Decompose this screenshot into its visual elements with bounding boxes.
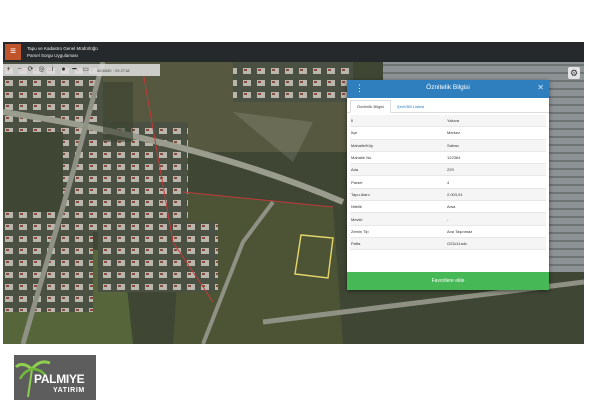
table-row: Mevkii - xyxy=(350,213,546,226)
tab-annotations[interactable]: Şerh/Bill Listesi xyxy=(391,101,430,112)
minus-icon[interactable]: − xyxy=(14,64,25,76)
add-to-favorites-button[interactable]: Favorilere ekle xyxy=(347,272,549,290)
table-row: Zemin Tip Ana Taşınmaz xyxy=(350,226,546,238)
map-application: ≡ Tapu ve Kadastro Genel Müdürlüğü Parse… xyxy=(3,42,584,344)
table-row: İl Yalova xyxy=(350,115,546,128)
row-key: Zemin Tip xyxy=(351,228,369,234)
app-title-line1: Tapu ve Kadastro Genel Müdürlüğü xyxy=(27,46,98,51)
row-key: Ada xyxy=(351,167,359,173)
row-key: Parsel xyxy=(351,179,363,185)
attribute-table: İl Yalova İlçe Merkez Mahalle/Köy Safran Ma… xyxy=(347,113,549,251)
row-value: G22c11a4c xyxy=(447,241,468,247)
row-value: 4 xyxy=(447,179,450,185)
tab-attributes[interactable]: Öznitelik Bilgisi xyxy=(350,100,391,113)
logo-subtitle: YATIRIM xyxy=(53,387,85,394)
table-row: Ada 229 xyxy=(350,164,546,177)
row-value: Merkez xyxy=(447,130,461,136)
locate-icon[interactable]: ◎ xyxy=(36,64,47,76)
table-row: Mahalle/Köy Safran xyxy=(350,139,546,152)
refresh-icon[interactable]: ⟳ xyxy=(25,64,36,76)
table-row: Parsel 4 xyxy=(350,176,546,189)
row-key: Mevkii xyxy=(351,216,363,222)
hamburger-menu-icon[interactable]: ≡ xyxy=(5,44,21,60)
map-toolbar: + − ⟳ ◎ i ● ━ ▭ 40.6530 · 29.2718 xyxy=(3,64,160,76)
row-key: İl xyxy=(351,118,353,124)
popup-title: Öznitelik Bilgisi xyxy=(426,84,470,91)
popup-tabs: Öznitelik Bilgisi Şerh/Bill Listesi xyxy=(347,98,549,113)
row-value: 2.003,91 xyxy=(447,191,463,197)
row-key: Tapu Alanı xyxy=(351,191,370,197)
table-row: Tapu Alanı 2.003,91 xyxy=(350,188,546,202)
table-row: İlçe Merkez xyxy=(350,127,546,140)
ruler-icon[interactable]: ━ xyxy=(69,64,80,76)
app-title-line2: Parsel Sorgu Uygulaması xyxy=(27,53,79,58)
logo-name: PALMIYE xyxy=(34,372,85,386)
table-row: Nitelik Arsa xyxy=(350,201,546,214)
row-value: Ana Taşınmaz xyxy=(447,228,473,234)
row-key: Mahalle/Köy xyxy=(351,142,374,148)
row-key: Pafta xyxy=(351,241,361,247)
row-key: Nitelik xyxy=(351,204,362,210)
row-value: - xyxy=(447,216,449,222)
row-value: 122364 xyxy=(447,155,461,161)
info-icon[interactable]: i xyxy=(47,64,58,76)
gear-icon[interactable]: ⚙ xyxy=(568,67,580,79)
printer-icon[interactable]: ▭ xyxy=(80,64,91,76)
row-key: Mahalle No xyxy=(351,155,372,161)
close-icon[interactable]: ✕ xyxy=(537,83,544,92)
app-header: ≡ Tapu ve Kadastro Genel Müdürlüğü Parse… xyxy=(3,42,584,62)
coordinate-readout: 40.6530 · 29.2718 xyxy=(97,67,130,73)
app-title: Tapu ve Kadastro Genel Müdürlüğü Parsel … xyxy=(27,45,98,59)
row-value: 229 xyxy=(447,167,454,173)
row-value: Arsa xyxy=(447,204,456,210)
popup-header: ⋮ Öznitelik Bilgisi ✕ xyxy=(347,80,549,98)
attribute-info-popup: ⋮ Öznitelik Bilgisi ✕ Öznitelik Bilgisi … xyxy=(347,80,549,290)
row-key: İlçe xyxy=(351,130,358,136)
row-value: Yalova xyxy=(447,118,459,124)
plus-icon[interactable]: + xyxy=(3,64,14,76)
pin-icon[interactable]: ● xyxy=(58,64,69,76)
table-row: Mahalle No 122364 xyxy=(350,152,546,165)
table-row: Pafta G22c11a4c xyxy=(350,237,546,251)
palmiye-logo: PALMIYE YATIRIM xyxy=(14,355,96,400)
row-value: Safran xyxy=(447,142,459,148)
